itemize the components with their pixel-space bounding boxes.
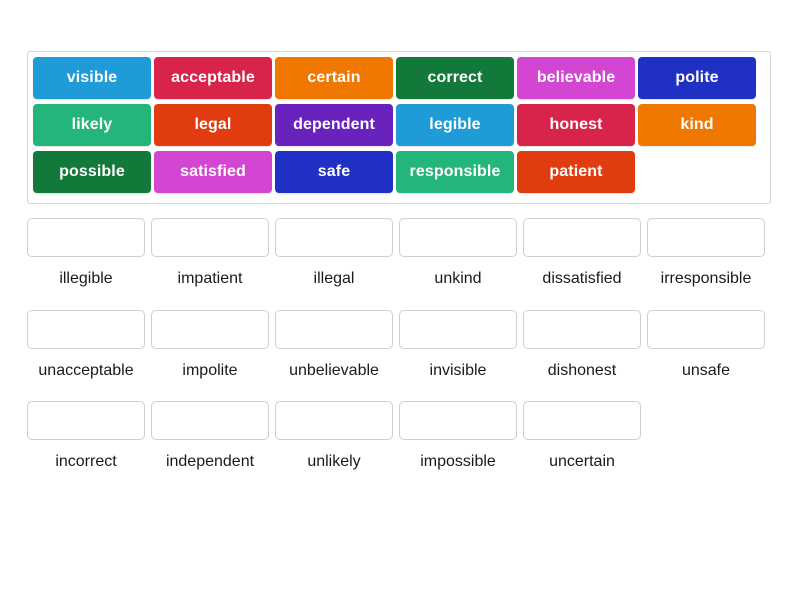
word-tile[interactable]: honest (517, 104, 635, 146)
answer-cell: impolite (151, 309, 269, 380)
drop-box[interactable] (27, 401, 145, 441)
answer-cell: unbelievable (275, 309, 393, 380)
tile-row: likely legal dependent legible honest kind (33, 104, 766, 151)
answer-label: illegal (313, 270, 355, 287)
answer-label: illegible (59, 270, 113, 287)
drop-box[interactable] (275, 309, 393, 349)
answer-label: dishonest (547, 361, 617, 379)
answer-label: uncertain (549, 453, 615, 471)
answer-cell: illegible (27, 218, 145, 288)
tile-bank: visible acceptable certain correct believabl… (27, 51, 771, 204)
answer-cell: invisible (399, 309, 517, 380)
drop-box[interactable] (151, 401, 269, 441)
answer-label: impolite (182, 361, 238, 379)
drop-box[interactable] (151, 309, 269, 349)
answer-cell: uncertain (523, 401, 641, 471)
answer-label: independent (165, 453, 255, 471)
word-tile[interactable]: polite (638, 57, 756, 99)
word-tile[interactable]: likely (33, 104, 151, 146)
drop-box[interactable] (399, 401, 517, 441)
drop-box[interactable] (399, 309, 517, 349)
word-tile[interactable]: safe (275, 151, 393, 193)
answer-label: dissatisfied (542, 270, 622, 287)
answer-area: illegible impatient illegal unkind dissatisf… (27, 218, 773, 493)
answer-cell: independent (151, 401, 269, 471)
word-tile[interactable]: dependent (275, 104, 393, 146)
answer-cell-empty (647, 401, 765, 471)
drop-box[interactable] (27, 218, 145, 257)
word-tile[interactable]: certain (275, 57, 393, 99)
activity-root: visible acceptable certain correct believabl… (0, 0, 800, 600)
answer-row: incorrect independent unlikely impossible un… (27, 401, 773, 471)
answer-cell: irresponsible (647, 218, 765, 288)
answer-cell: impatient (151, 218, 269, 288)
drop-box[interactable] (647, 218, 765, 257)
answer-row: illegible impatient illegal unkind dissatisf… (27, 218, 773, 288)
drop-box[interactable] (647, 309, 765, 349)
word-tile[interactable]: satisfied (154, 151, 272, 193)
answer-label: unkind (434, 270, 482, 287)
answer-cell: dishonest (523, 309, 641, 380)
word-tile[interactable]: legal (154, 104, 272, 146)
answer-cell: incorrect (27, 401, 145, 471)
answer-cell: impossible (399, 401, 517, 471)
word-tile[interactable]: visible (33, 57, 151, 99)
answer-label: unbelievable (289, 361, 379, 379)
answer-label: unacceptable (38, 361, 134, 379)
word-tile[interactable]: correct (396, 57, 514, 99)
answer-label: impossible (420, 453, 496, 471)
drop-box[interactable] (523, 401, 641, 441)
answer-label: irresponsible (660, 270, 752, 287)
word-tile[interactable]: acceptable (154, 57, 272, 99)
answer-label: incorrect (55, 453, 117, 471)
word-tile[interactable]: patient (517, 151, 635, 193)
word-tile[interactable]: kind (638, 104, 756, 146)
answer-label: invisible (429, 361, 487, 379)
answer-row: unacceptable impolite unbelievable invisibl… (27, 309, 773, 380)
answer-cell: unlikely (275, 401, 393, 471)
answer-cell: unsafe (647, 309, 765, 380)
word-tile[interactable]: legible (396, 104, 514, 146)
word-tile[interactable]: possible (33, 151, 151, 193)
drop-box[interactable] (151, 218, 269, 257)
word-tile[interactable]: believable (517, 57, 635, 99)
answer-label: unlikely (307, 453, 361, 471)
tile-row: visible acceptable certain correct believabl… (33, 57, 766, 104)
drop-box[interactable] (275, 218, 393, 257)
answer-cell: illegal (275, 218, 393, 288)
answer-cell: unkind (399, 218, 517, 288)
answer-cell: dissatisfied (523, 218, 641, 288)
drop-box[interactable] (275, 401, 393, 441)
drop-box[interactable] (523, 309, 641, 349)
drop-box[interactable] (399, 218, 517, 257)
word-tile[interactable]: responsible (396, 151, 514, 193)
tile-empty-slot (638, 151, 756, 193)
tile-row: possible satisfied safe responsible patient (33, 151, 766, 198)
drop-box[interactable] (523, 218, 641, 257)
answer-label: impatient (177, 270, 243, 287)
drop-box[interactable] (27, 309, 145, 349)
answer-label: unsafe (681, 361, 731, 379)
answer-cell: unacceptable (27, 309, 145, 380)
